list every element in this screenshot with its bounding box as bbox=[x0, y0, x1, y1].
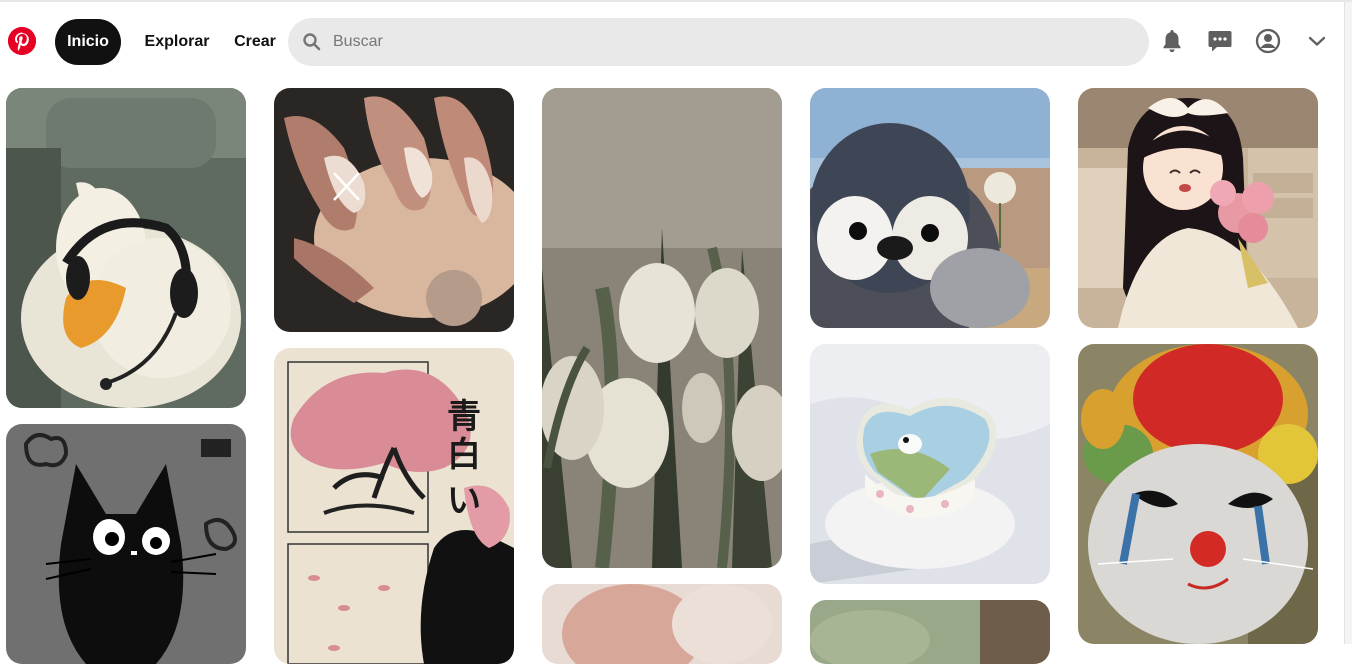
chevron-down-icon[interactable] bbox=[1304, 28, 1330, 54]
poster-vertical-char-2: 白 bbox=[447, 435, 481, 475]
poster-vertical-char-1: 青 bbox=[447, 397, 481, 437]
pin-manicured-nails[interactable] bbox=[274, 88, 514, 332]
pin-white-tulips[interactable] bbox=[542, 88, 782, 568]
nav-explore-button[interactable]: Explorar bbox=[136, 19, 218, 65]
bell-icon[interactable] bbox=[1159, 28, 1185, 54]
pin-black-cat-drawing[interactable] bbox=[6, 424, 246, 664]
pin-cherry-blossom-poster[interactable]: 青 白 い bbox=[274, 348, 514, 664]
nav-create-button[interactable]: Crear bbox=[226, 19, 284, 65]
nav-home-button[interactable]: Inicio bbox=[55, 19, 121, 65]
pin-blurred-pink-photo[interactable] bbox=[542, 584, 782, 664]
search-icon bbox=[303, 33, 321, 51]
top-navigation-bar: Inicio Explorar Crear bbox=[0, 2, 1344, 80]
pin-clown-cat-painting[interactable] bbox=[1078, 344, 1318, 644]
search-bar[interactable] bbox=[288, 18, 1149, 66]
poster-vertical-char-3: い bbox=[447, 481, 481, 521]
profile-icon[interactable] bbox=[1255, 28, 1281, 54]
pin-baby-penguin[interactable] bbox=[810, 88, 1050, 328]
pin-green-texture[interactable] bbox=[810, 600, 1050, 664]
pinterest-logo-icon[interactable] bbox=[8, 27, 36, 55]
message-icon[interactable] bbox=[1207, 28, 1233, 54]
pin-anime-girl-flowers[interactable] bbox=[1078, 88, 1318, 328]
page-scrollbar[interactable] bbox=[1344, 2, 1352, 644]
search-input[interactable] bbox=[333, 18, 1133, 66]
pin-heart-cake[interactable] bbox=[810, 344, 1050, 584]
pin-duck-plush[interactable] bbox=[6, 88, 246, 408]
